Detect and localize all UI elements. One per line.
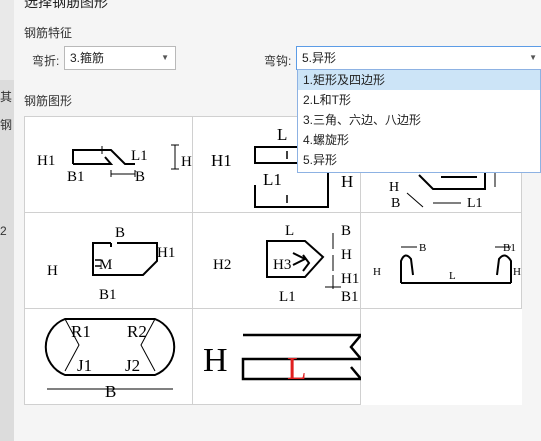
background-text: 钢 — [0, 118, 13, 132]
hook-combobox-value: 5.异形 — [302, 51, 337, 65]
hook-dropdown-list[interactable]: 1.矩形及四边形 2.L和T形 3.三角、六边、八边形 4.螺旋形 5.异形 — [297, 69, 541, 173]
shape-6-label-l: L — [449, 270, 456, 282]
shape-7-label-r2: R2 — [127, 322, 147, 341]
shape-8-label-l: L — [287, 350, 307, 386]
shape-3-label-h: H — [389, 180, 399, 195]
rebar-shape-4-drawing: B H1 H M B1 — [47, 225, 175, 303]
bend-label: 弯折: — [32, 54, 60, 68]
shape-1-label-b1: B1 — [67, 169, 85, 185]
shape-4-label-b1: B1 — [99, 287, 117, 303]
shape-1-label-b: B — [135, 169, 145, 185]
shape-5-label-b: B — [341, 223, 351, 239]
shape-1-label-l1: L1 — [131, 148, 148, 164]
background-side-panel — [0, 80, 15, 441]
shape-1-label-h: H — [181, 154, 192, 170]
shape-5-label-h: H — [341, 247, 352, 263]
shape-4-label-m: M — [99, 257, 112, 273]
features-section-label: 钢筋特征 — [24, 26, 73, 40]
shape-4-label-h1: H1 — [157, 245, 175, 261]
shape-cell-6[interactable]: B B1 H L H1 — [361, 213, 522, 309]
shape-6-label-h: H — [373, 266, 381, 278]
chevron-down-icon[interactable]: ▼ — [529, 47, 537, 69]
shape-5-label-b1: B1 — [341, 289, 359, 305]
background-text: 其 — [0, 90, 13, 104]
shape-cell-7[interactable]: R1 R2 J1 J2 B — [25, 309, 193, 405]
hook-label: 弯钩: — [264, 54, 292, 68]
hook-combobox[interactable]: 5.异形 ▼ — [296, 46, 541, 70]
shape-cell-1[interactable]: H1 L1 H B1 B — [25, 117, 193, 213]
shape-1-label-h1: H1 — [37, 153, 55, 169]
shape-2-label-h: H — [341, 172, 353, 191]
shape-cell-4[interactable]: B H1 H M B1 — [25, 213, 193, 309]
shape-5-label-h1: H1 — [341, 271, 359, 287]
shape-2-label-l: L — [277, 125, 287, 144]
shape-6-label-b1: B1 — [503, 242, 516, 254]
hook-option-4[interactable]: 4.螺旋形 — [298, 130, 540, 150]
shape-5-label-l1: L1 — [279, 289, 296, 305]
shape-6-label-b: B — [419, 242, 426, 254]
rebar-shape-6-drawing: B B1 H L H1 — [373, 242, 522, 284]
shape-cell-5[interactable]: L B H H2 H3 H1 L1 B1 — [193, 213, 361, 309]
chevron-down-icon[interactable]: ▼ — [161, 47, 169, 69]
rebar-shape-8-drawing: H L — [203, 333, 361, 386]
bend-combobox[interactable]: 3.箍筋 ▼ — [64, 46, 176, 70]
select-rebar-shape-dialog: 选择钢筋图形 钢筋特征 弯折: 3.箍筋 ▼ 弯钩: 5.异形 ▼ 钢筋图形 H — [14, 0, 541, 441]
rebar-shape-7-drawing: R1 R2 J1 J2 B — [44, 318, 176, 401]
shape-3-label-b: B — [391, 196, 400, 211]
hook-option-3[interactable]: 3.三角、六边、八边形 — [298, 110, 540, 130]
shape-5-label-h2: H2 — [213, 257, 231, 273]
background-text: 2 — [0, 224, 7, 238]
shapes-section-label: 钢筋图形 — [24, 94, 73, 108]
shape-7-label-j2: J2 — [125, 356, 140, 375]
shape-7-label-b: B — [105, 382, 116, 401]
bend-combobox-value: 3.箍筋 — [70, 51, 105, 65]
shape-7-label-j1: J1 — [77, 356, 92, 375]
shape-2-label-l1: L1 — [263, 170, 282, 189]
shape-8-label-h: H — [203, 342, 228, 379]
shape-5-label-l: L — [285, 223, 294, 239]
shape-4-label-b: B — [115, 225, 125, 241]
shape-3-label-l1: L1 — [467, 196, 483, 211]
rebar-shape-1-drawing: H1 L1 H B1 B — [37, 144, 192, 185]
shape-2-label-h1: H1 — [211, 151, 232, 170]
hook-option-2[interactable]: 2.L和T形 — [298, 90, 540, 110]
rebar-shape-5-drawing: L B H H2 H3 H1 L1 B1 — [213, 223, 359, 305]
hook-option-1[interactable]: 1.矩形及四边形 — [298, 70, 540, 90]
shape-5-label-h3: H3 — [273, 257, 291, 273]
shape-7-label-r1: R1 — [71, 322, 91, 341]
shape-6-label-h1: H1 — [513, 266, 522, 278]
shape-4-label-h: H — [47, 263, 58, 279]
dialog-title: 选择钢筋图形 — [24, 0, 108, 10]
shape-cell-8[interactable]: H L — [193, 309, 361, 405]
hook-option-5[interactable]: 5.异形 — [298, 150, 540, 170]
